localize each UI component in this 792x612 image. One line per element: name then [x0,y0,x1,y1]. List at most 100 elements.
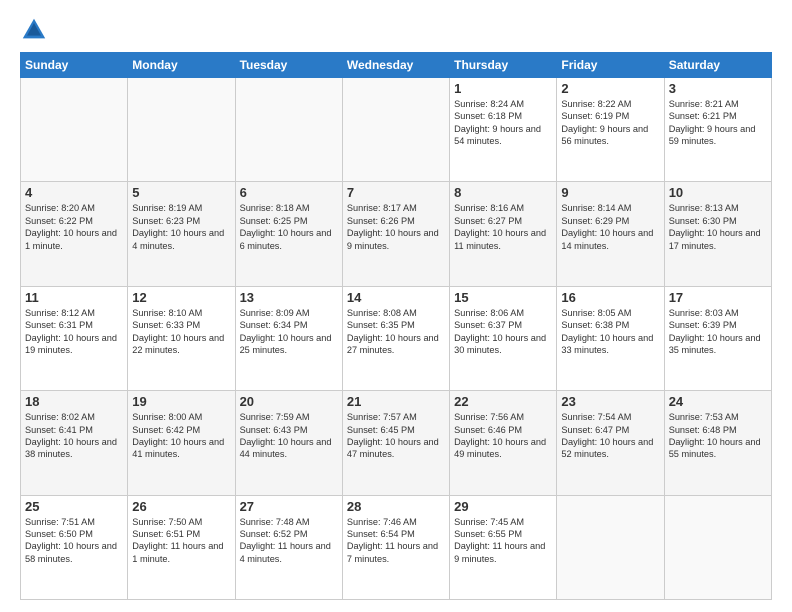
calendar-cell: 10 Sunrise: 8:13 AM Sunset: 6:30 PM Dayli… [664,182,771,286]
day-number: 25 [25,499,123,514]
calendar-cell: 25 Sunrise: 7:51 AM Sunset: 6:50 PM Dayli… [21,495,128,599]
day-number: 26 [132,499,230,514]
calendar-week-row: 18 Sunrise: 8:02 AM Sunset: 6:41 PM Dayli… [21,391,772,495]
day-number: 7 [347,185,445,200]
day-info: Sunrise: 8:13 AM Sunset: 6:30 PM Dayligh… [669,202,767,252]
day-number: 2 [561,81,659,96]
header [20,16,772,44]
day-info: Sunrise: 8:02 AM Sunset: 6:41 PM Dayligh… [25,411,123,461]
calendar-cell: 2 Sunrise: 8:22 AM Sunset: 6:19 PM Daylig… [557,78,664,182]
logo-icon [20,16,48,44]
calendar-cell: 19 Sunrise: 8:00 AM Sunset: 6:42 PM Dayli… [128,391,235,495]
day-number: 9 [561,185,659,200]
calendar-cell: 11 Sunrise: 8:12 AM Sunset: 6:31 PM Dayli… [21,286,128,390]
day-info: Sunrise: 8:22 AM Sunset: 6:19 PM Dayligh… [561,98,659,148]
day-info: Sunrise: 7:45 AM Sunset: 6:55 PM Dayligh… [454,516,552,566]
day-number: 20 [240,394,338,409]
calendar-cell: 27 Sunrise: 7:48 AM Sunset: 6:52 PM Dayli… [235,495,342,599]
day-number: 21 [347,394,445,409]
calendar-cell: 13 Sunrise: 8:09 AM Sunset: 6:34 PM Dayli… [235,286,342,390]
calendar-cell: 14 Sunrise: 8:08 AM Sunset: 6:35 PM Dayli… [342,286,449,390]
calendar-cell: 23 Sunrise: 7:54 AM Sunset: 6:47 PM Dayli… [557,391,664,495]
day-info: Sunrise: 8:10 AM Sunset: 6:33 PM Dayligh… [132,307,230,357]
day-info: Sunrise: 8:24 AM Sunset: 6:18 PM Dayligh… [454,98,552,148]
day-number: 28 [347,499,445,514]
day-number: 4 [25,185,123,200]
day-number: 1 [454,81,552,96]
day-number: 19 [132,394,230,409]
day-info: Sunrise: 8:21 AM Sunset: 6:21 PM Dayligh… [669,98,767,148]
calendar-day-header: Monday [128,53,235,78]
calendar-cell: 1 Sunrise: 8:24 AM Sunset: 6:18 PM Daylig… [450,78,557,182]
calendar-header-row: SundayMondayTuesdayWednesdayThursdayFrid… [21,53,772,78]
calendar-week-row: 1 Sunrise: 8:24 AM Sunset: 6:18 PM Daylig… [21,78,772,182]
calendar-day-header: Wednesday [342,53,449,78]
calendar-cell: 26Sunrise: 7:50 AM Sunset: 6:51 PM Dayli… [128,495,235,599]
day-info: Sunrise: 7:59 AM Sunset: 6:43 PM Dayligh… [240,411,338,461]
day-info: Sunrise: 7:48 AM Sunset: 6:52 PM Dayligh… [240,516,338,566]
calendar-cell: 8 Sunrise: 8:16 AM Sunset: 6:27 PM Daylig… [450,182,557,286]
day-number: 27 [240,499,338,514]
calendar-cell: 9 Sunrise: 8:14 AM Sunset: 6:29 PM Daylig… [557,182,664,286]
calendar-cell: 17Sunrise: 8:03 AM Sunset: 6:39 PM Dayli… [664,286,771,390]
calendar-day-header: Thursday [450,53,557,78]
day-number: 16 [561,290,659,305]
page: SundayMondayTuesdayWednesdayThursdayFrid… [0,0,792,612]
day-number: 18 [25,394,123,409]
logo [20,16,52,44]
calendar-cell: 5Sunrise: 8:19 AM Sunset: 6:23 PM Daylig… [128,182,235,286]
day-info: Sunrise: 8:20 AM Sunset: 6:22 PM Dayligh… [25,202,123,252]
day-info: Sunrise: 7:56 AM Sunset: 6:46 PM Dayligh… [454,411,552,461]
calendar-cell: 6Sunrise: 8:18 AM Sunset: 6:25 PM Daylig… [235,182,342,286]
day-info: Sunrise: 8:12 AM Sunset: 6:31 PM Dayligh… [25,307,123,357]
calendar-day-header: Friday [557,53,664,78]
calendar-cell: 28 Sunrise: 7:46 AM Sunset: 6:54 PM Dayli… [342,495,449,599]
day-info: Sunrise: 8:17 AM Sunset: 6:26 PM Dayligh… [347,202,445,252]
calendar-cell: 3 Sunrise: 8:21 AM Sunset: 6:21 PM Daylig… [664,78,771,182]
calendar-cell: 22 Sunrise: 7:56 AM Sunset: 6:46 PM Dayli… [450,391,557,495]
day-number: 13 [240,290,338,305]
day-info: Sunrise: 7:46 AM Sunset: 6:54 PM Dayligh… [347,516,445,566]
calendar-cell: 21 Sunrise: 7:57 AM Sunset: 6:45 PM Dayli… [342,391,449,495]
day-info: Sunrise: 8:08 AM Sunset: 6:35 PM Dayligh… [347,307,445,357]
calendar-cell: 20 Sunrise: 7:59 AM Sunset: 6:43 PM Dayli… [235,391,342,495]
day-info: Sunrise: 8:16 AM Sunset: 6:27 PM Dayligh… [454,202,552,252]
day-number: 6 [240,185,338,200]
calendar-cell [664,495,771,599]
calendar-cell [21,78,128,182]
day-info: Sunrise: 8:06 AM Sunset: 6:37 PM Dayligh… [454,307,552,357]
day-number: 10 [669,185,767,200]
calendar-cell [342,78,449,182]
day-info: Sunrise: 7:53 AM Sunset: 6:48 PM Dayligh… [669,411,767,461]
day-info: Sunrise: 8:09 AM Sunset: 6:34 PM Dayligh… [240,307,338,357]
day-info: Sunrise: 7:57 AM Sunset: 6:45 PM Dayligh… [347,411,445,461]
calendar-cell: 16 Sunrise: 8:05 AM Sunset: 6:38 PM Dayli… [557,286,664,390]
day-info: Sunrise: 7:51 AM Sunset: 6:50 PM Dayligh… [25,516,123,566]
day-number: 22 [454,394,552,409]
calendar-day-header: Tuesday [235,53,342,78]
calendar-cell [235,78,342,182]
day-number: 12 [132,290,230,305]
day-number: 17 [669,290,767,305]
calendar-cell: 18 Sunrise: 8:02 AM Sunset: 6:41 PM Dayli… [21,391,128,495]
day-number: 8 [454,185,552,200]
day-number: 24 [669,394,767,409]
calendar-cell: 7 Sunrise: 8:17 AM Sunset: 6:26 PM Daylig… [342,182,449,286]
day-info: Sunrise: 8:00 AM Sunset: 6:42 PM Dayligh… [132,411,230,461]
day-info: Sunrise: 8:14 AM Sunset: 6:29 PM Dayligh… [561,202,659,252]
calendar-cell: 24 Sunrise: 7:53 AM Sunset: 6:48 PM Dayli… [664,391,771,495]
calendar-table: SundayMondayTuesdayWednesdayThursdayFrid… [20,52,772,600]
calendar-day-header: Saturday [664,53,771,78]
day-info: Sunrise: 7:54 AM Sunset: 6:47 PM Dayligh… [561,411,659,461]
day-number: 15 [454,290,552,305]
day-number: 14 [347,290,445,305]
day-info: Sunrise: 8:05 AM Sunset: 6:38 PM Dayligh… [561,307,659,357]
calendar-cell: 29Sunrise: 7:45 AM Sunset: 6:55 PM Dayli… [450,495,557,599]
day-info: Sunrise: 8:19 AM Sunset: 6:23 PM Dayligh… [132,202,230,252]
calendar-day-header: Sunday [21,53,128,78]
day-number: 3 [669,81,767,96]
calendar-cell: 4 Sunrise: 8:20 AM Sunset: 6:22 PM Daylig… [21,182,128,286]
day-number: 11 [25,290,123,305]
day-number: 23 [561,394,659,409]
calendar-cell: 12 Sunrise: 8:10 AM Sunset: 6:33 PM Dayli… [128,286,235,390]
